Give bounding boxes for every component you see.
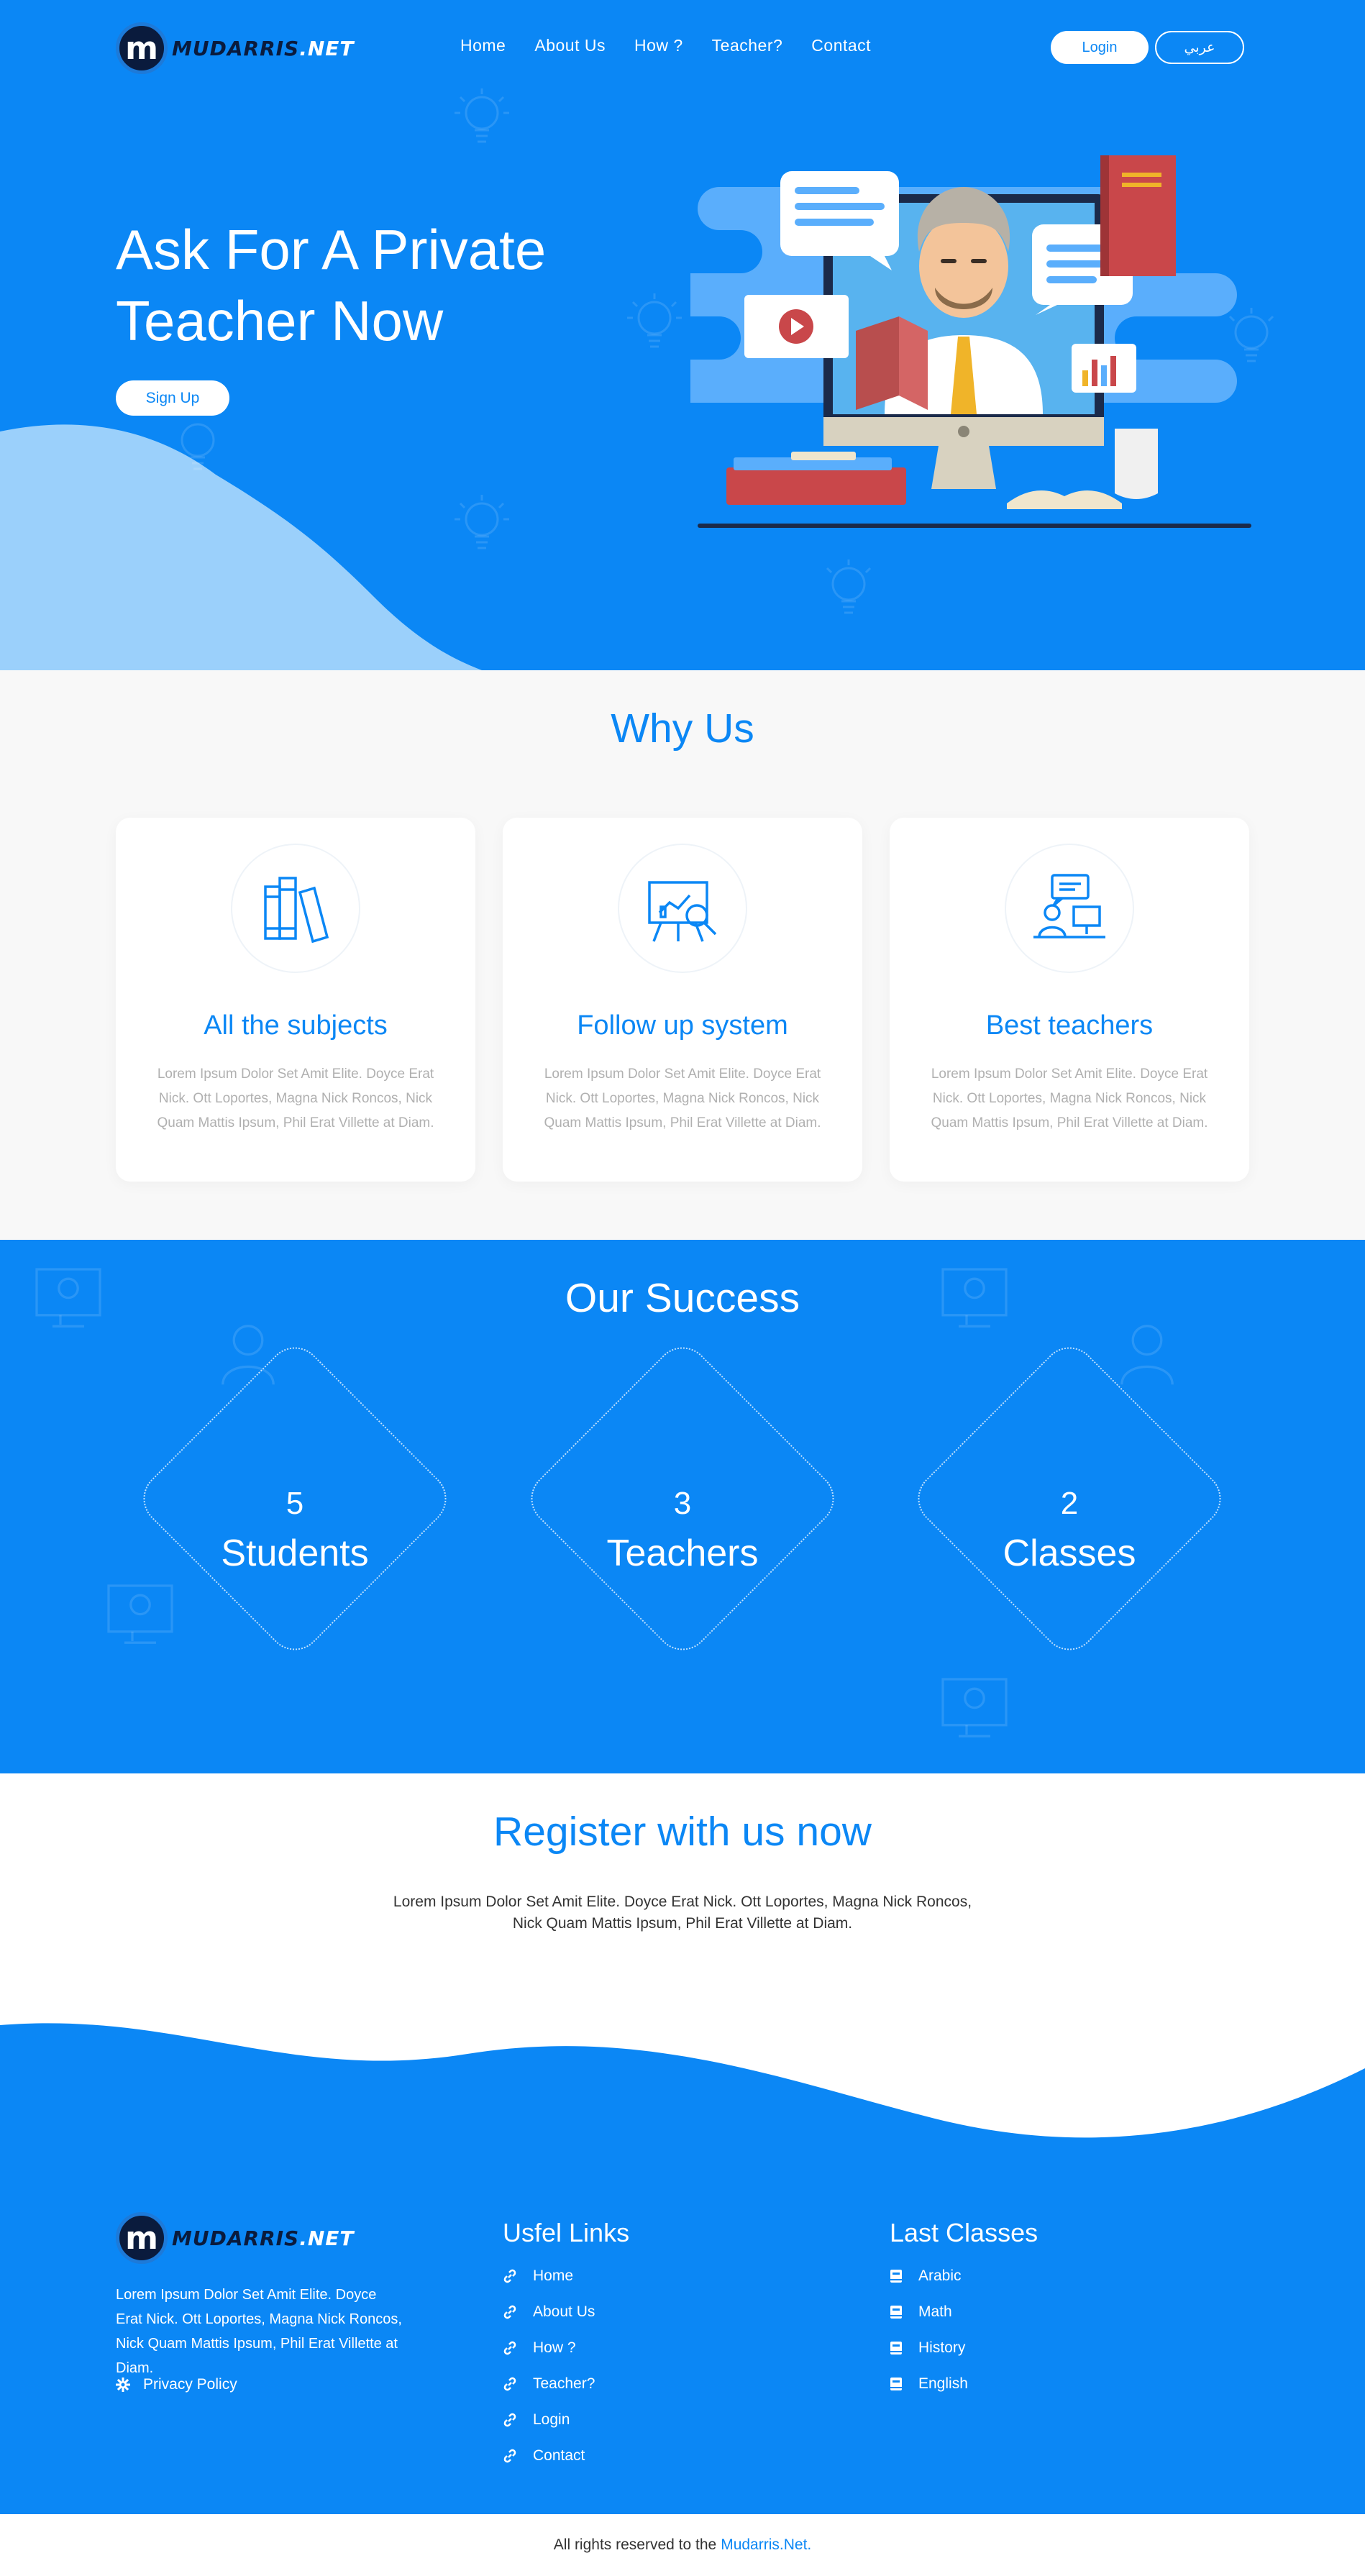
stat-number: 2: [1060, 1486, 1079, 1521]
lightbulb-bg-icon: [181, 423, 215, 470]
logo-text: MUDARRIS.NET: [172, 36, 355, 60]
feature-card-best-teachers: Best teachers Lorem Ipsum Dolor Set Amit…: [890, 818, 1249, 1182]
copyright-brand-link[interactable]: Mudarris.Net.: [721, 2536, 811, 2554]
stat-number: 5: [286, 1486, 304, 1521]
footer-link-contact[interactable]: Contact: [503, 2438, 595, 2474]
lightbulb-bg-icon: [627, 293, 682, 348]
last-classes-list: Arabic Math History English: [890, 2258, 968, 2402]
nav-link-about-us[interactable]: About Us: [534, 36, 606, 55]
footer-logo[interactable]: m MUDARRIS.NET: [116, 2212, 355, 2264]
hero-section: m MUDARRIS.NET Home About Us How ? Teach…: [0, 0, 1365, 670]
footer-class-history[interactable]: History: [890, 2330, 968, 2366]
stat-teachers: 3 Teachers: [519, 1335, 846, 1662]
monitor-bg-icon: [941, 1678, 1008, 1737]
books-icon: [231, 844, 360, 973]
footer: m MUDARRIS.NET Lorem Ipsum Dolor Set Ami…: [0, 1968, 1365, 2514]
book-icon: [890, 2306, 902, 2319]
language-button[interactable]: عربي: [1155, 31, 1244, 64]
stat-students: 5 Students: [132, 1335, 458, 1662]
nav-link-teacher[interactable]: Teacher?: [712, 36, 783, 55]
our-success-title: Our Success: [565, 1275, 800, 1321]
login-button[interactable]: Login: [1051, 31, 1149, 64]
card-text: Lorem Ipsum Dolor Set Amit Elite. Doyce …: [157, 1067, 434, 1131]
footer-link-login[interactable]: Login: [503, 2402, 595, 2438]
last-classes-title: Last Classes: [890, 2218, 1038, 2247]
useful-links-title: Usfel Links: [503, 2218, 630, 2247]
card-text: Lorem Ipsum Dolor Set Amit Elite. Doyce …: [931, 1067, 1208, 1131]
person-bg-icon: [1120, 1325, 1174, 1385]
link-icon: [503, 2449, 516, 2463]
hero-title: Ask For A Private Teacher Now: [116, 218, 547, 352]
footer-class-english[interactable]: English: [890, 2366, 968, 2402]
nav-link-home[interactable]: Home: [460, 36, 506, 55]
lightbulb-bg-icon: [455, 495, 509, 549]
feature-card-subjects: All the subjects Lorem Ipsum Dolor Set A…: [116, 818, 475, 1182]
link-icon: [503, 2269, 516, 2283]
link-icon: [503, 2413, 516, 2427]
logo-badge-icon: m: [116, 22, 168, 74]
book-icon: [890, 2378, 902, 2390]
monitor-bg-icon: [107, 1584, 173, 1644]
gear-icon: [116, 2378, 130, 2392]
register-title: Register with us now: [493, 1809, 872, 1855]
copyright-text: All rights reserved to the: [553, 2536, 717, 2553]
card-text: Lorem Ipsum Dolor Set Amit Elite. Doyce …: [544, 1067, 821, 1131]
register-section: Register with us now Lorem Ipsum Dolor S…: [0, 1773, 1365, 1989]
footer-link-about-us[interactable]: About Us: [503, 2294, 595, 2330]
nav-link-contact[interactable]: Contact: [811, 36, 871, 55]
feature-card-follow-up: Follow up system Lorem Ipsum Dolor Set A…: [503, 818, 862, 1182]
footer-link-how[interactable]: How ?: [503, 2330, 595, 2366]
copyright-bar: All rights reserved to the Mudarris.Net.: [0, 2514, 1365, 2576]
link-icon: [503, 2305, 516, 2319]
signup-button[interactable]: Sign Up: [116, 380, 229, 416]
footer-link-teacher[interactable]: Teacher?: [503, 2366, 595, 2402]
book-icon: [890, 2342, 902, 2355]
card-title: Best teachers: [985, 1010, 1154, 1041]
why-us-title: Why Us: [611, 705, 754, 752]
nav-link-how[interactable]: How ?: [634, 36, 683, 55]
link-icon: [503, 2341, 516, 2355]
footer-wave: [0, 1968, 1365, 2138]
card-title: Follow up system: [577, 1010, 788, 1041]
site-logo[interactable]: m MUDARRIS.NET: [116, 22, 355, 74]
teacher-desk-icon: [1005, 844, 1134, 973]
footer-class-math[interactable]: Math: [890, 2294, 968, 2330]
stat-classes: 2 Classes: [906, 1335, 1233, 1662]
footer-class-arabic[interactable]: Arabic: [890, 2258, 968, 2294]
privacy-policy-link[interactable]: Privacy Policy: [116, 2376, 237, 2393]
link-icon: [503, 2377, 516, 2391]
why-us-section: Why Us All the subjects Lorem Ipsum Dolo…: [0, 670, 1365, 1240]
chart-magnifier-icon: [618, 844, 747, 973]
footer-link-home[interactable]: Home: [503, 2258, 595, 2294]
book-icon: [890, 2270, 902, 2283]
logo-text: MUDARRIS.NET: [172, 2226, 355, 2250]
register-text: Lorem Ipsum Dolor Set Amit Elite. Doyce …: [393, 1894, 972, 1932]
stat-label: Classes: [1003, 1533, 1136, 1574]
teacher-monitor-illustration: [690, 155, 1251, 528]
stat-number: 3: [673, 1486, 692, 1521]
stat-label: Teachers: [606, 1533, 759, 1574]
our-success-section: Our Success 5 Students 3 Teachers 2 Clas…: [0, 1240, 1365, 1773]
stat-label: Students: [221, 1533, 369, 1574]
main-nav: Home About Us How ? Teacher? Contact: [460, 36, 871, 55]
logo-badge-icon: m: [116, 2212, 168, 2264]
card-title: All the subjects: [204, 1010, 388, 1041]
useful-links-list: Home About Us How ? Teacher? Login Conta…: [503, 2258, 595, 2474]
lightbulb-bg-icon: [826, 559, 872, 614]
navbar: m MUDARRIS.NET Home About Us How ? Teach…: [0, 0, 1365, 96]
footer-description: Lorem Ipsum Dolor Set Amit Elite. Doyce …: [116, 2287, 402, 2376]
